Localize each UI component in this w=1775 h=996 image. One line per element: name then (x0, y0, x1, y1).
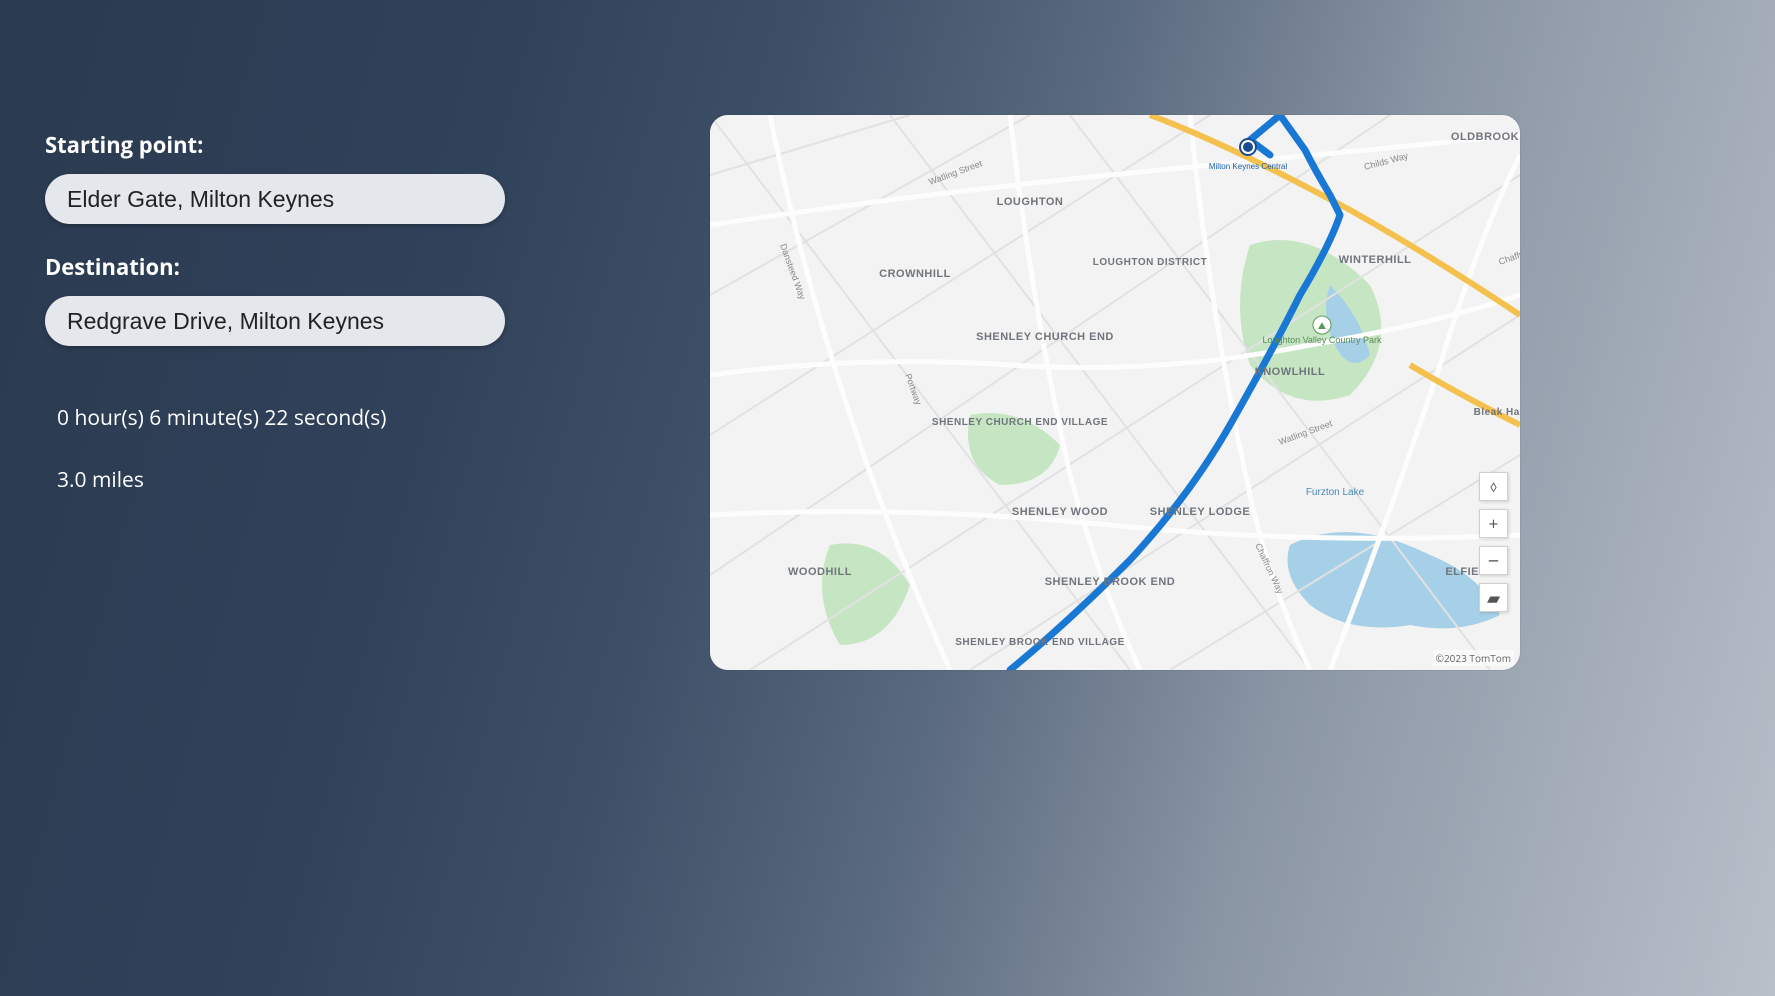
compass-button[interactable]: ◊ (1479, 472, 1508, 501)
map-controls: ◊ + − ▰ (1479, 472, 1508, 612)
map-attribution: ©2023 TomTom (1433, 650, 1514, 666)
start-input[interactable] (45, 174, 505, 224)
place-loughton-district: LOUGHTON DISTRICT (1093, 257, 1207, 268)
station-label: Milton Keynes Central (1209, 162, 1287, 171)
start-label: Starting point: (45, 130, 665, 160)
map-container[interactable]: Milton Keynes Central ⛰ Loughton Valley … (710, 115, 1520, 670)
route-form-panel: Starting point: Destination: 0 hour(s) 6… (0, 0, 710, 996)
place-shenley-church-end-village: SHENLEY CHURCH END VILLAGE (932, 417, 1108, 428)
park-poi-label: Loughton Valley Country Park (1263, 335, 1382, 345)
place-bleak-hall: Bleak Hall (1474, 407, 1520, 418)
place-loughton: LOUGHTON (997, 196, 1064, 208)
place-knowlhill: KNOWLHILL (1255, 366, 1325, 378)
place-oldbrook: OLDBROOK (1451, 131, 1519, 143)
place-shenley-lodge: SHENLEY LODGE (1150, 506, 1250, 518)
start-field-group: Starting point: (45, 130, 665, 224)
svg-text:⛰: ⛰ (1318, 318, 1327, 332)
route-result: 0 hour(s) 6 minute(s) 22 second(s) 3.0 m… (45, 404, 665, 494)
place-woodhill: WOODHILL (788, 566, 852, 578)
map-panel: Milton Keynes Central ⛰ Loughton Valley … (710, 0, 1775, 996)
place-crownhill: CROWNHILL (879, 268, 951, 280)
destination-field-group: Destination: (45, 252, 665, 346)
place-shenley-church-end: SHENLEY CHURCH END (976, 331, 1114, 343)
zoom-in-button[interactable]: + (1479, 509, 1508, 538)
place-winterhill: WINTERHILL (1339, 254, 1412, 266)
place-shenley-brook-end: SHENLEY BROOK END (1045, 576, 1176, 588)
zoom-out-button[interactable]: − (1479, 546, 1508, 575)
route-duration: 0 hour(s) 6 minute(s) 22 second(s) (57, 404, 665, 432)
map-canvas[interactable]: Milton Keynes Central ⛰ Loughton Valley … (710, 115, 1520, 670)
destination-label: Destination: (45, 252, 665, 282)
route-distance: 3.0 miles (57, 466, 665, 494)
place-shenley-wood: SHENLEY WOOD (1012, 506, 1108, 518)
destination-input[interactable] (45, 296, 505, 346)
place-shenley-brook-end-village: SHENLEY BROOK END VILLAGE (955, 637, 1125, 648)
tilt-button[interactable]: ▰ (1479, 583, 1508, 612)
place-furzton-lake: Furzton Lake (1306, 487, 1365, 498)
